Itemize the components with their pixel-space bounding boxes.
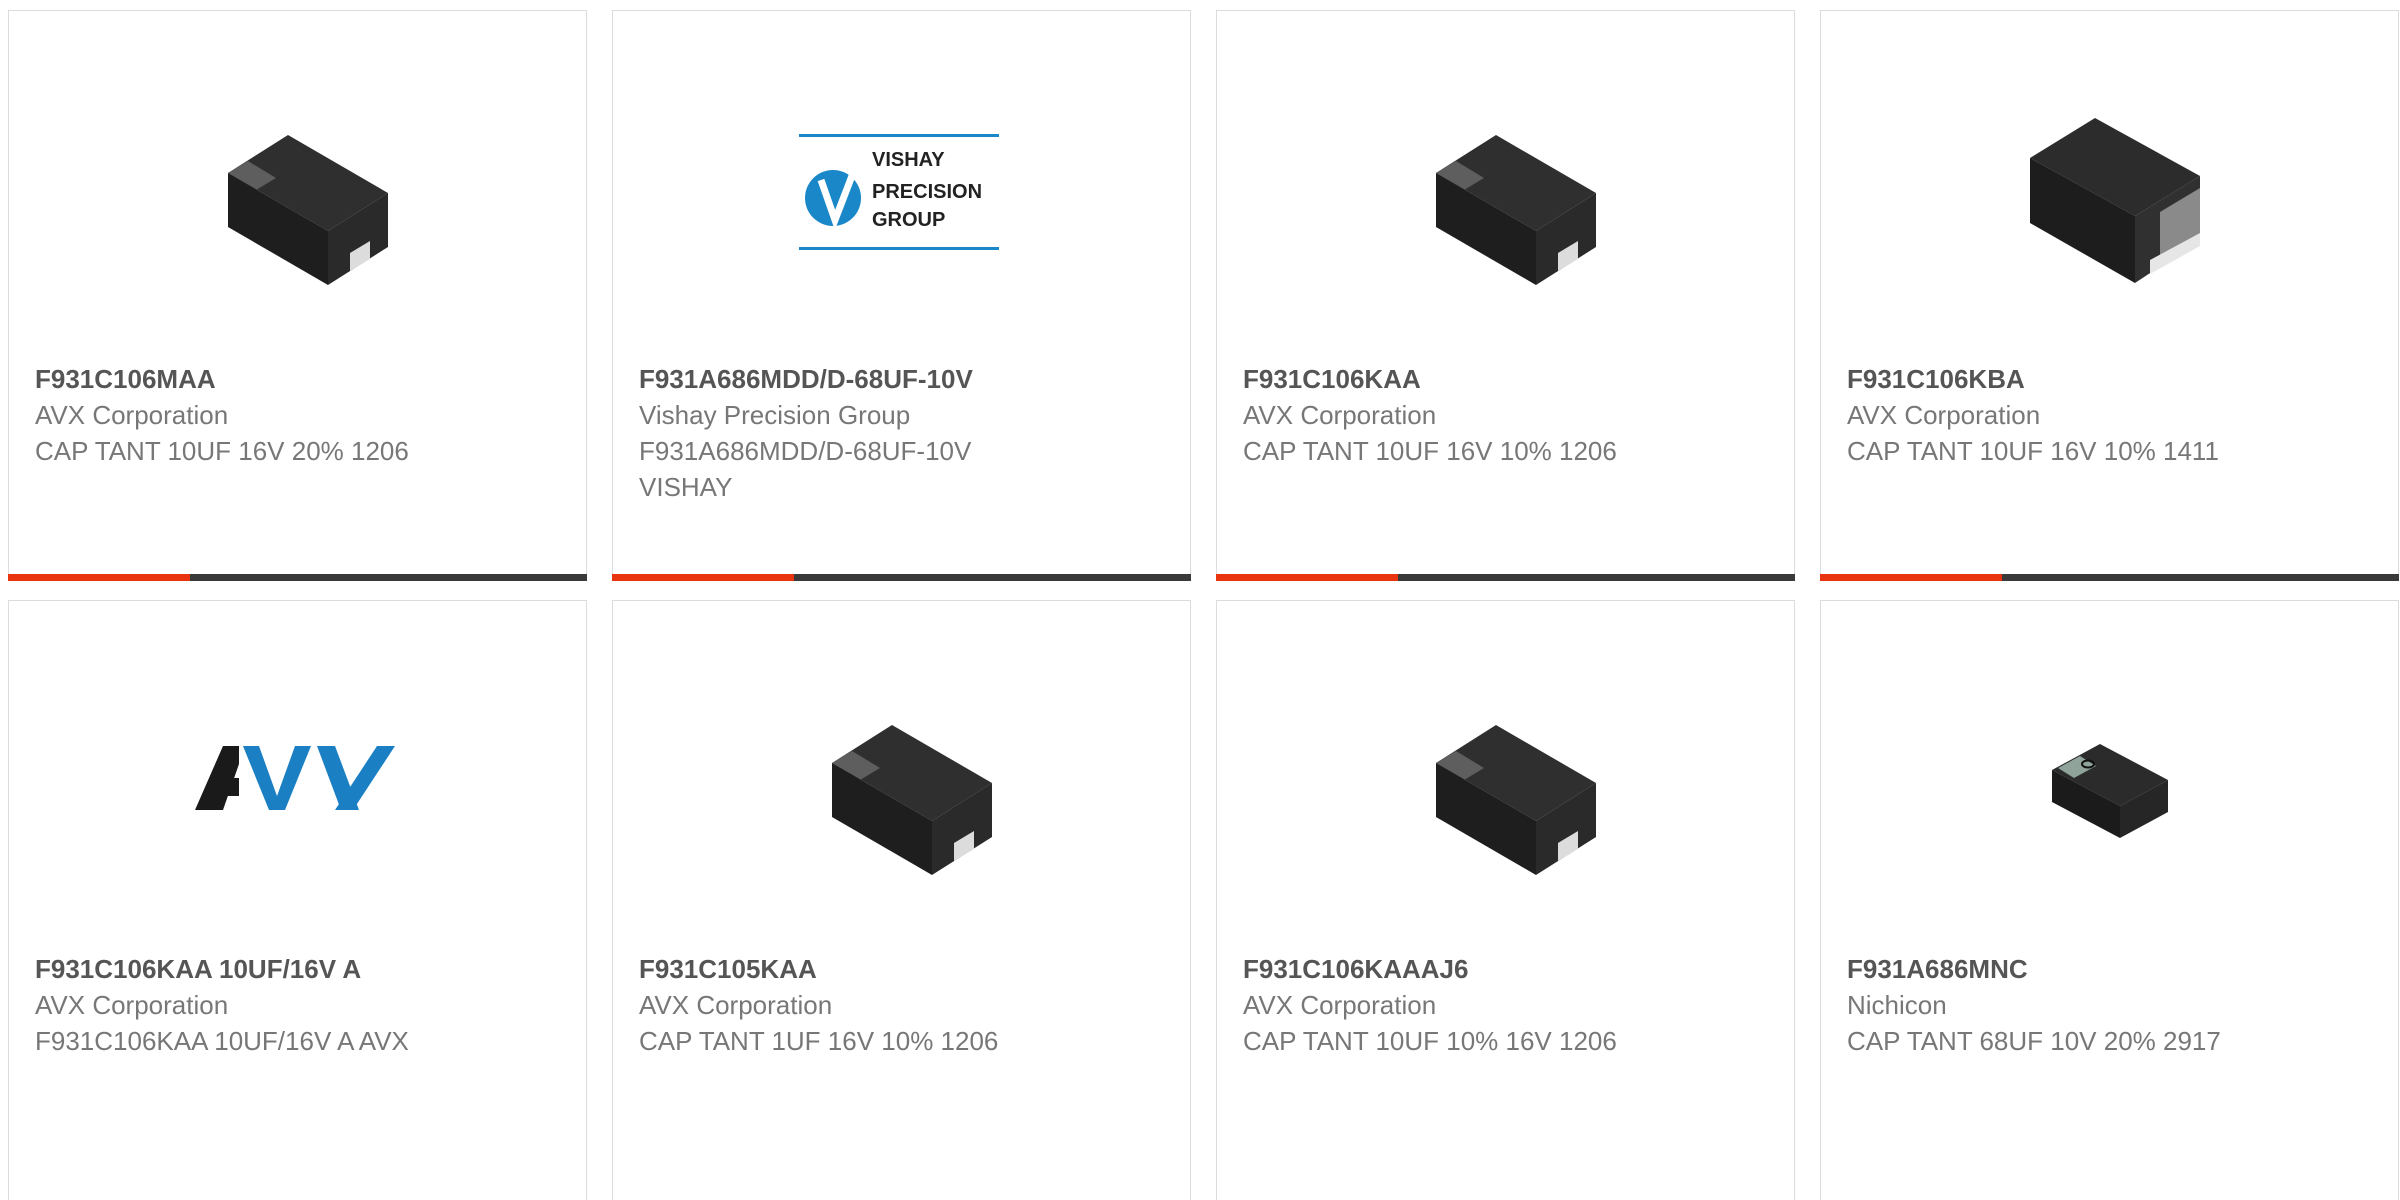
capacitor-icon xyxy=(227,134,388,285)
product-image[interactable] xyxy=(1217,75,1794,310)
card-bar xyxy=(8,574,587,581)
vishay-logo-line2: PRECISION xyxy=(872,181,982,203)
description-extra: VISHAY xyxy=(639,472,733,502)
part-number[interactable]: F931C106KAAAJ6 xyxy=(1243,951,1774,987)
card-bar xyxy=(612,574,1191,581)
description: CAP TANT 10UF 16V 20% 1206 xyxy=(35,436,409,466)
card-bar xyxy=(1820,574,2399,581)
part-number[interactable]: F931C106KBA xyxy=(1847,361,2378,397)
product-image[interactable] xyxy=(1217,665,1794,900)
product-card[interactable]: F931C105KAA AVX Corporation CAP TANT 1UF… xyxy=(612,600,1191,1200)
product-card[interactable]: F931C106KAA AVX Corporation CAP TANT 10U… xyxy=(1216,10,1795,581)
card-bar xyxy=(1216,574,1795,581)
vishay-logo-line1: VISHAY xyxy=(872,149,945,171)
capacitor-icon xyxy=(1435,724,1596,875)
manufacturer: Vishay Precision Group xyxy=(639,400,911,430)
description: CAP TANT 10UF 16V 10% 1411 xyxy=(1847,436,2219,466)
vishay-logo-line3: GROUP xyxy=(872,209,945,231)
card-bar-accent xyxy=(1216,574,1398,581)
capacitor-icon xyxy=(2051,743,2168,838)
description: CAP TANT 68UF 10V 20% 2917 xyxy=(1847,1026,2221,1056)
description: CAP TANT 1UF 16V 10% 1206 xyxy=(639,1026,999,1056)
manufacturer: AVX Corporation xyxy=(35,990,229,1020)
product-image[interactable] xyxy=(9,665,586,900)
description: CAP TANT 10UF 16V 10% 1206 xyxy=(1243,436,1617,466)
description: F931A686MDD/D-68UF-10V xyxy=(639,436,972,466)
product-card[interactable]: F931A686MNC Nichicon CAP TANT 68UF 10V 2… xyxy=(1820,600,2399,1200)
product-grid: F931C106MAA AVX Corporation CAP TANT 10U… xyxy=(0,0,2400,1200)
part-number[interactable]: F931C105KAA xyxy=(639,951,1170,987)
part-number[interactable]: F931C106KAA xyxy=(1243,361,1774,397)
card-bar-accent xyxy=(1820,574,2002,581)
manufacturer: Nichicon xyxy=(1847,990,1947,1020)
manufacturer: AVX Corporation xyxy=(1847,400,2041,430)
part-number[interactable]: F931A686MDD/D-68UF-10V xyxy=(639,361,1170,397)
description: CAP TANT 10UF 10% 16V 1206 xyxy=(1243,1026,1617,1056)
product-image[interactable] xyxy=(613,665,1190,900)
capacitor-icon xyxy=(831,724,992,875)
product-image[interactable] xyxy=(1821,665,2398,900)
manufacturer: AVX Corporation xyxy=(639,990,833,1020)
avx-logo xyxy=(194,745,395,810)
product-image[interactable] xyxy=(1821,75,2398,310)
description: F931C106KAA 10UF/16V A AVX xyxy=(35,1026,409,1056)
manufacturer: AVX Corporation xyxy=(35,400,229,430)
product-card[interactable]: F931C106KAA 10UF/16V A AVX Corporation F… xyxy=(8,600,587,1200)
manufacturer: AVX Corporation xyxy=(1243,990,1437,1020)
capacitor-icon xyxy=(2029,117,2200,283)
card-bar-accent xyxy=(612,574,794,581)
product-card[interactable]: F931C106KAAAJ6 AVX Corporation CAP TANT … xyxy=(1216,600,1795,1200)
manufacturer: AVX Corporation xyxy=(1243,400,1437,430)
product-image[interactable] xyxy=(9,75,586,310)
part-number[interactable]: F931C106KAA 10UF/16V A xyxy=(35,951,566,987)
product-card[interactable]: VISHAY PRECISION GROUP F931A686MDD/D-68U… xyxy=(612,10,1191,581)
product-image[interactable]: VISHAY PRECISION GROUP xyxy=(613,75,1190,310)
product-card[interactable]: F931C106KBA AVX Corporation CAP TANT 10U… xyxy=(1820,10,2399,581)
capacitor-icon xyxy=(1435,134,1596,285)
part-number[interactable]: F931C106MAA xyxy=(35,361,566,397)
part-number[interactable]: F931A686MNC xyxy=(1847,951,2378,987)
card-bar-accent xyxy=(8,574,190,581)
product-card[interactable]: F931C106MAA AVX Corporation CAP TANT 10U… xyxy=(8,10,587,581)
vishay-logo: VISHAY PRECISION GROUP xyxy=(798,133,999,250)
